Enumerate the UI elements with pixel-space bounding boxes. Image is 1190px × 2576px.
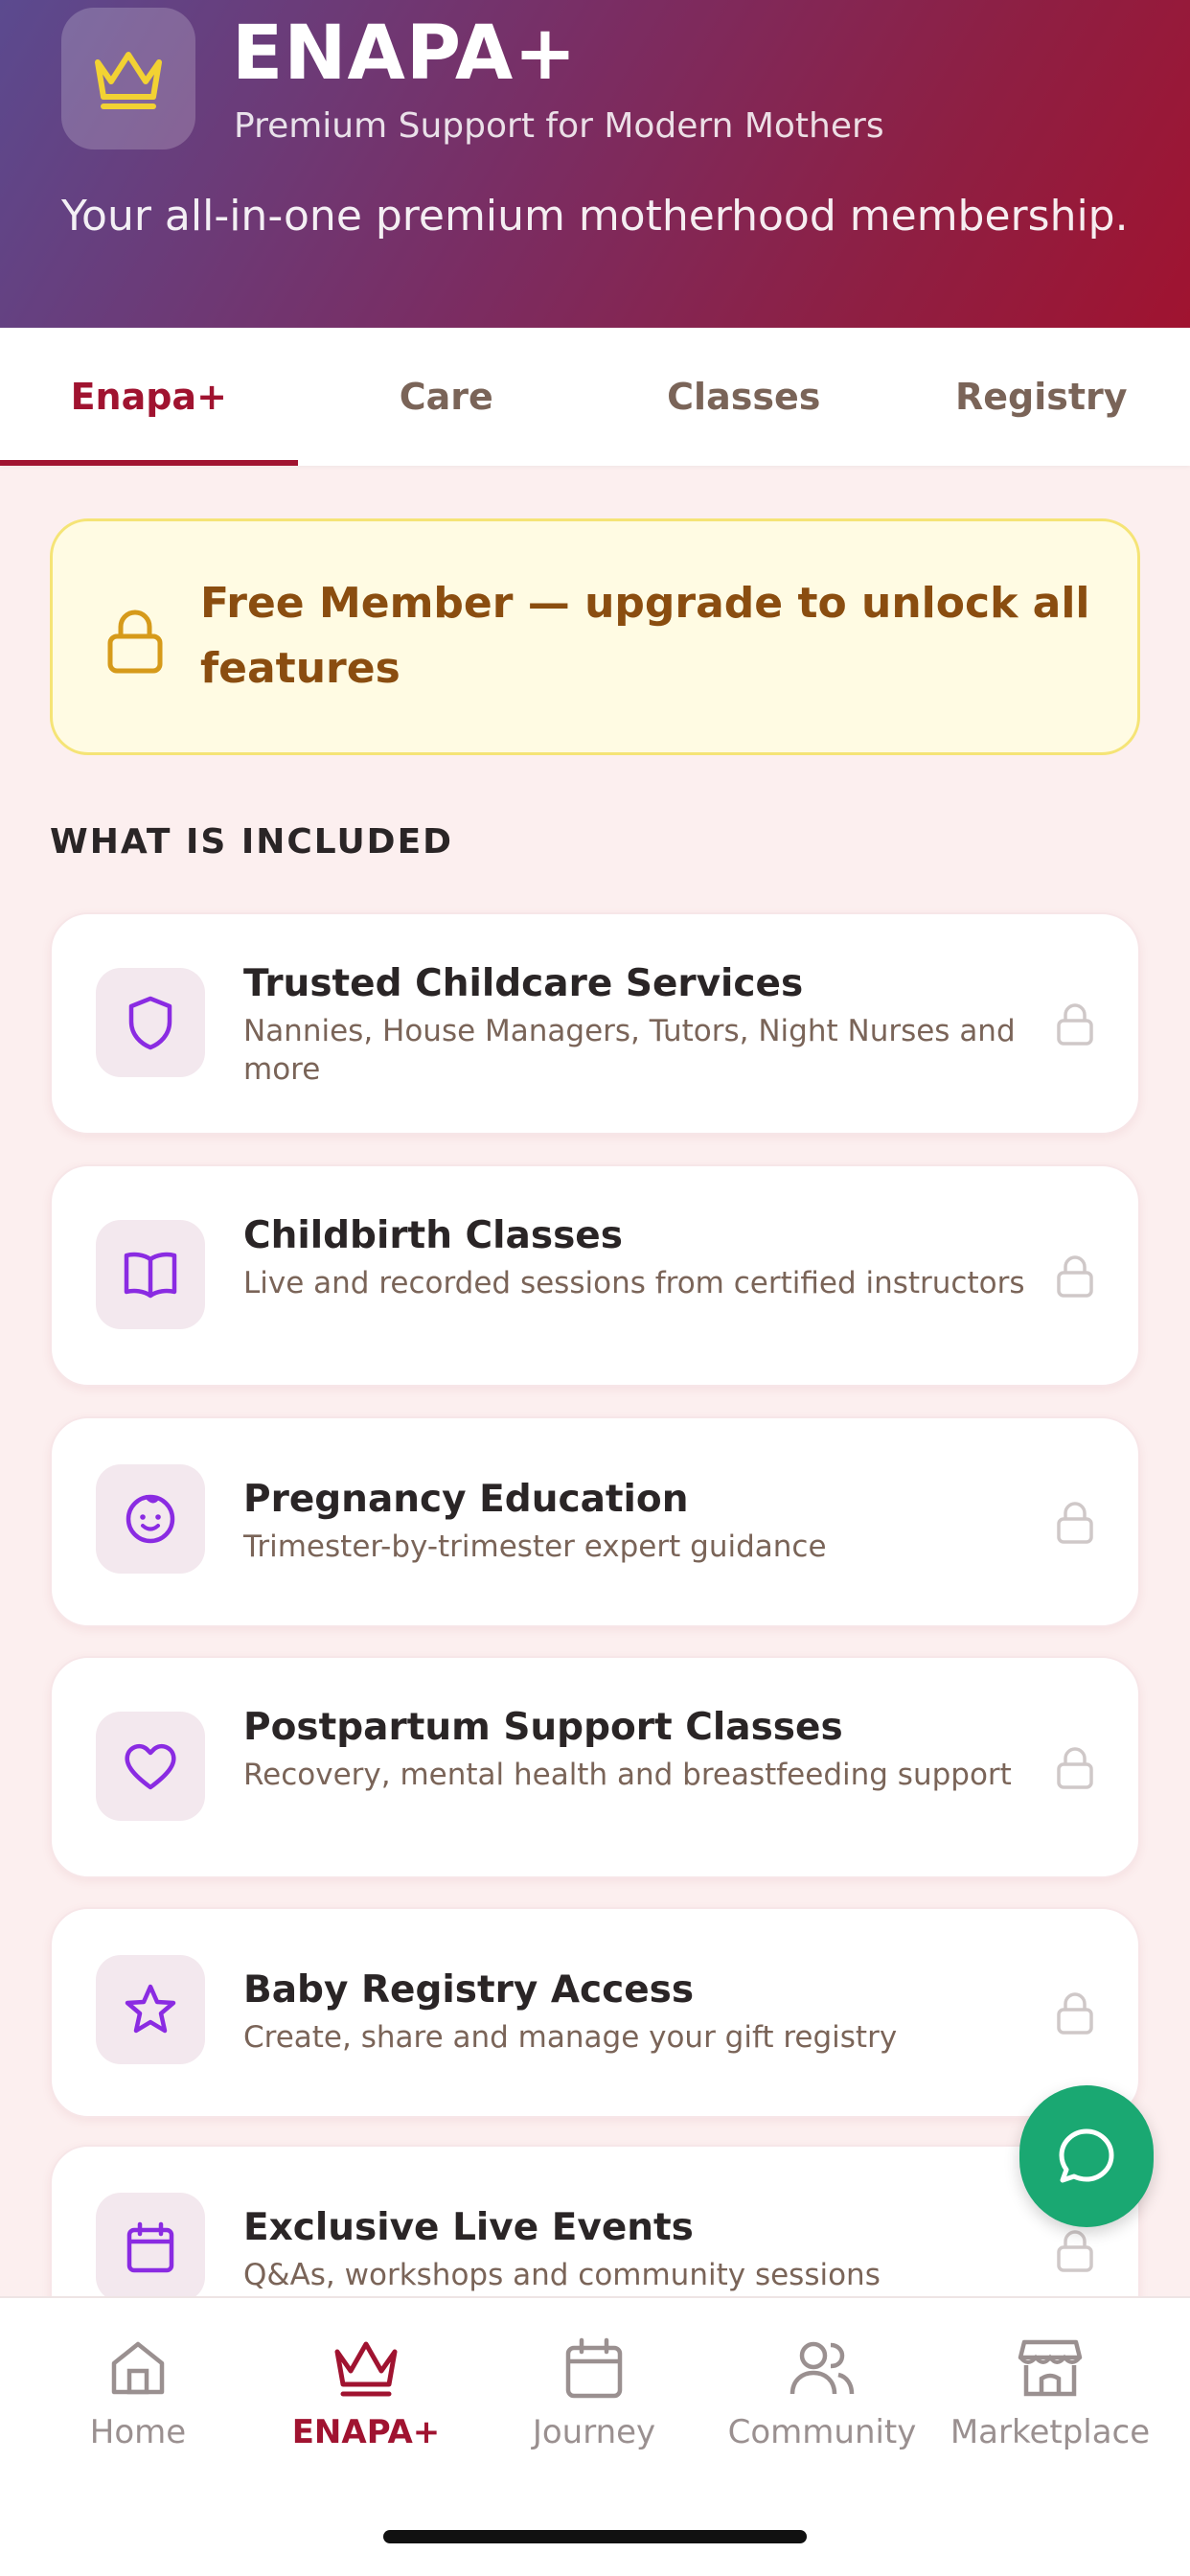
feature-title: Childbirth Classes — [243, 1214, 623, 1257]
tab-care[interactable]: Care — [298, 328, 596, 466]
feature-icon-box — [96, 1955, 205, 2064]
feature-card-childbirth[interactable]: Childbirth Classes Live and recorded ses… — [50, 1164, 1140, 1387]
lock-icon — [107, 610, 163, 674]
lock-icon — [1057, 1255, 1093, 1298]
lock-icon — [1057, 1992, 1093, 2035]
lock-icon — [1057, 1502, 1093, 1544]
feature-card-childcare[interactable]: Trusted Childcare Services Nannies, Hous… — [50, 912, 1140, 1135]
star-icon — [125, 1984, 176, 2034]
feature-card-postpartum[interactable]: Postpartum Support Classes Recovery, men… — [50, 1656, 1140, 1878]
feature-icon-box — [96, 2193, 205, 2302]
section-heading: WHAT IS INCLUDED — [50, 822, 454, 862]
nav-journey[interactable]: Journey — [479, 2336, 709, 2480]
nav-label: ENAPA+ — [291, 2413, 441, 2451]
feature-icon-box — [96, 1712, 205, 1821]
nav-label: Home — [89, 2413, 187, 2451]
feature-title: Exclusive Live Events — [243, 2206, 694, 2249]
brand-subtitle: Premium Support for Modern Mothers — [234, 106, 884, 146]
app-header: ENAPA+ Premium Support for Modern Mother… — [0, 0, 1190, 328]
tab-classes[interactable]: Classes — [595, 328, 893, 466]
lock-icon — [1057, 1003, 1093, 1046]
feature-card-registry[interactable]: Baby Registry Access Create, share and m… — [50, 1907, 1140, 2118]
home-indicator[interactable] — [383, 2530, 807, 2543]
feature-description: Create, share and manage your gift regis… — [243, 2020, 898, 2055]
lock-icon — [1057, 1747, 1093, 1789]
shield-icon — [128, 996, 172, 1050]
feature-title: Postpartum Support Classes — [243, 1706, 843, 1749]
crown-icon — [334, 2341, 398, 2397]
feature-description: Trimester-by-trimester expert guidance — [243, 1530, 827, 1564]
feature-icon-box — [96, 968, 205, 1077]
section-tabs: Enapa+ Care Classes Registry — [0, 328, 1190, 466]
book-icon — [124, 1252, 177, 1299]
tab-registry[interactable]: Registry — [893, 328, 1190, 466]
feature-title: Baby Registry Access — [243, 1968, 695, 2012]
feature-description: Nannies, House Managers, Tutors, Night N… — [243, 1014, 1016, 1087]
nav-label: Marketplace — [950, 2413, 1151, 2451]
nav-home[interactable]: Home — [23, 2336, 253, 2480]
nav-label: Community — [727, 2413, 917, 2451]
feature-icon-box — [96, 1464, 205, 1574]
tab-enapa-plus[interactable]: Enapa+ — [0, 328, 298, 466]
upgrade-banner-text: Free Member — upgrade to unlock all feat… — [200, 579, 1090, 693]
calendar-icon — [565, 2337, 623, 2399]
brand-logo — [61, 8, 195, 150]
feature-description: Live and recorded sessions from certifie… — [243, 1266, 1025, 1300]
feature-description: Recovery, mental health and breastfeedin… — [243, 1758, 1012, 1792]
feature-card-pregnancy[interactable]: Pregnancy Education Trimester-by-trimest… — [50, 1416, 1140, 1627]
lock-icon — [1057, 2230, 1093, 2272]
home-icon — [111, 2341, 165, 2395]
feature-title: Trusted Childcare Services — [243, 962, 804, 1005]
upgrade-banner[interactable]: Free Member — upgrade to unlock all feat… — [50, 518, 1140, 755]
nav-label: Journey — [532, 2413, 656, 2451]
feature-title: Pregnancy Education — [243, 1478, 689, 1521]
chat-button[interactable] — [1019, 2085, 1154, 2227]
calendar-icon — [126, 2221, 174, 2273]
feature-icon-box — [96, 1220, 205, 1329]
store-icon — [1018, 2339, 1083, 2397]
chat-icon — [1059, 2128, 1114, 2183]
nav-community[interactable]: Community — [707, 2336, 937, 2480]
header-tagline: Your all-in-one premium motherhood membe… — [61, 192, 1129, 241]
people-icon — [790, 2341, 855, 2395]
crown-icon — [95, 52, 162, 109]
baby-icon — [126, 1494, 175, 1544]
feature-description: Q&As, workshops and community sessions — [243, 2258, 881, 2292]
brand-title: ENAPA+ — [232, 11, 578, 97]
heart-icon — [125, 1743, 176, 1790]
nav-marketplace[interactable]: Marketplace — [935, 2336, 1165, 2480]
nav-enapa-plus[interactable]: ENAPA+ — [251, 2336, 481, 2480]
